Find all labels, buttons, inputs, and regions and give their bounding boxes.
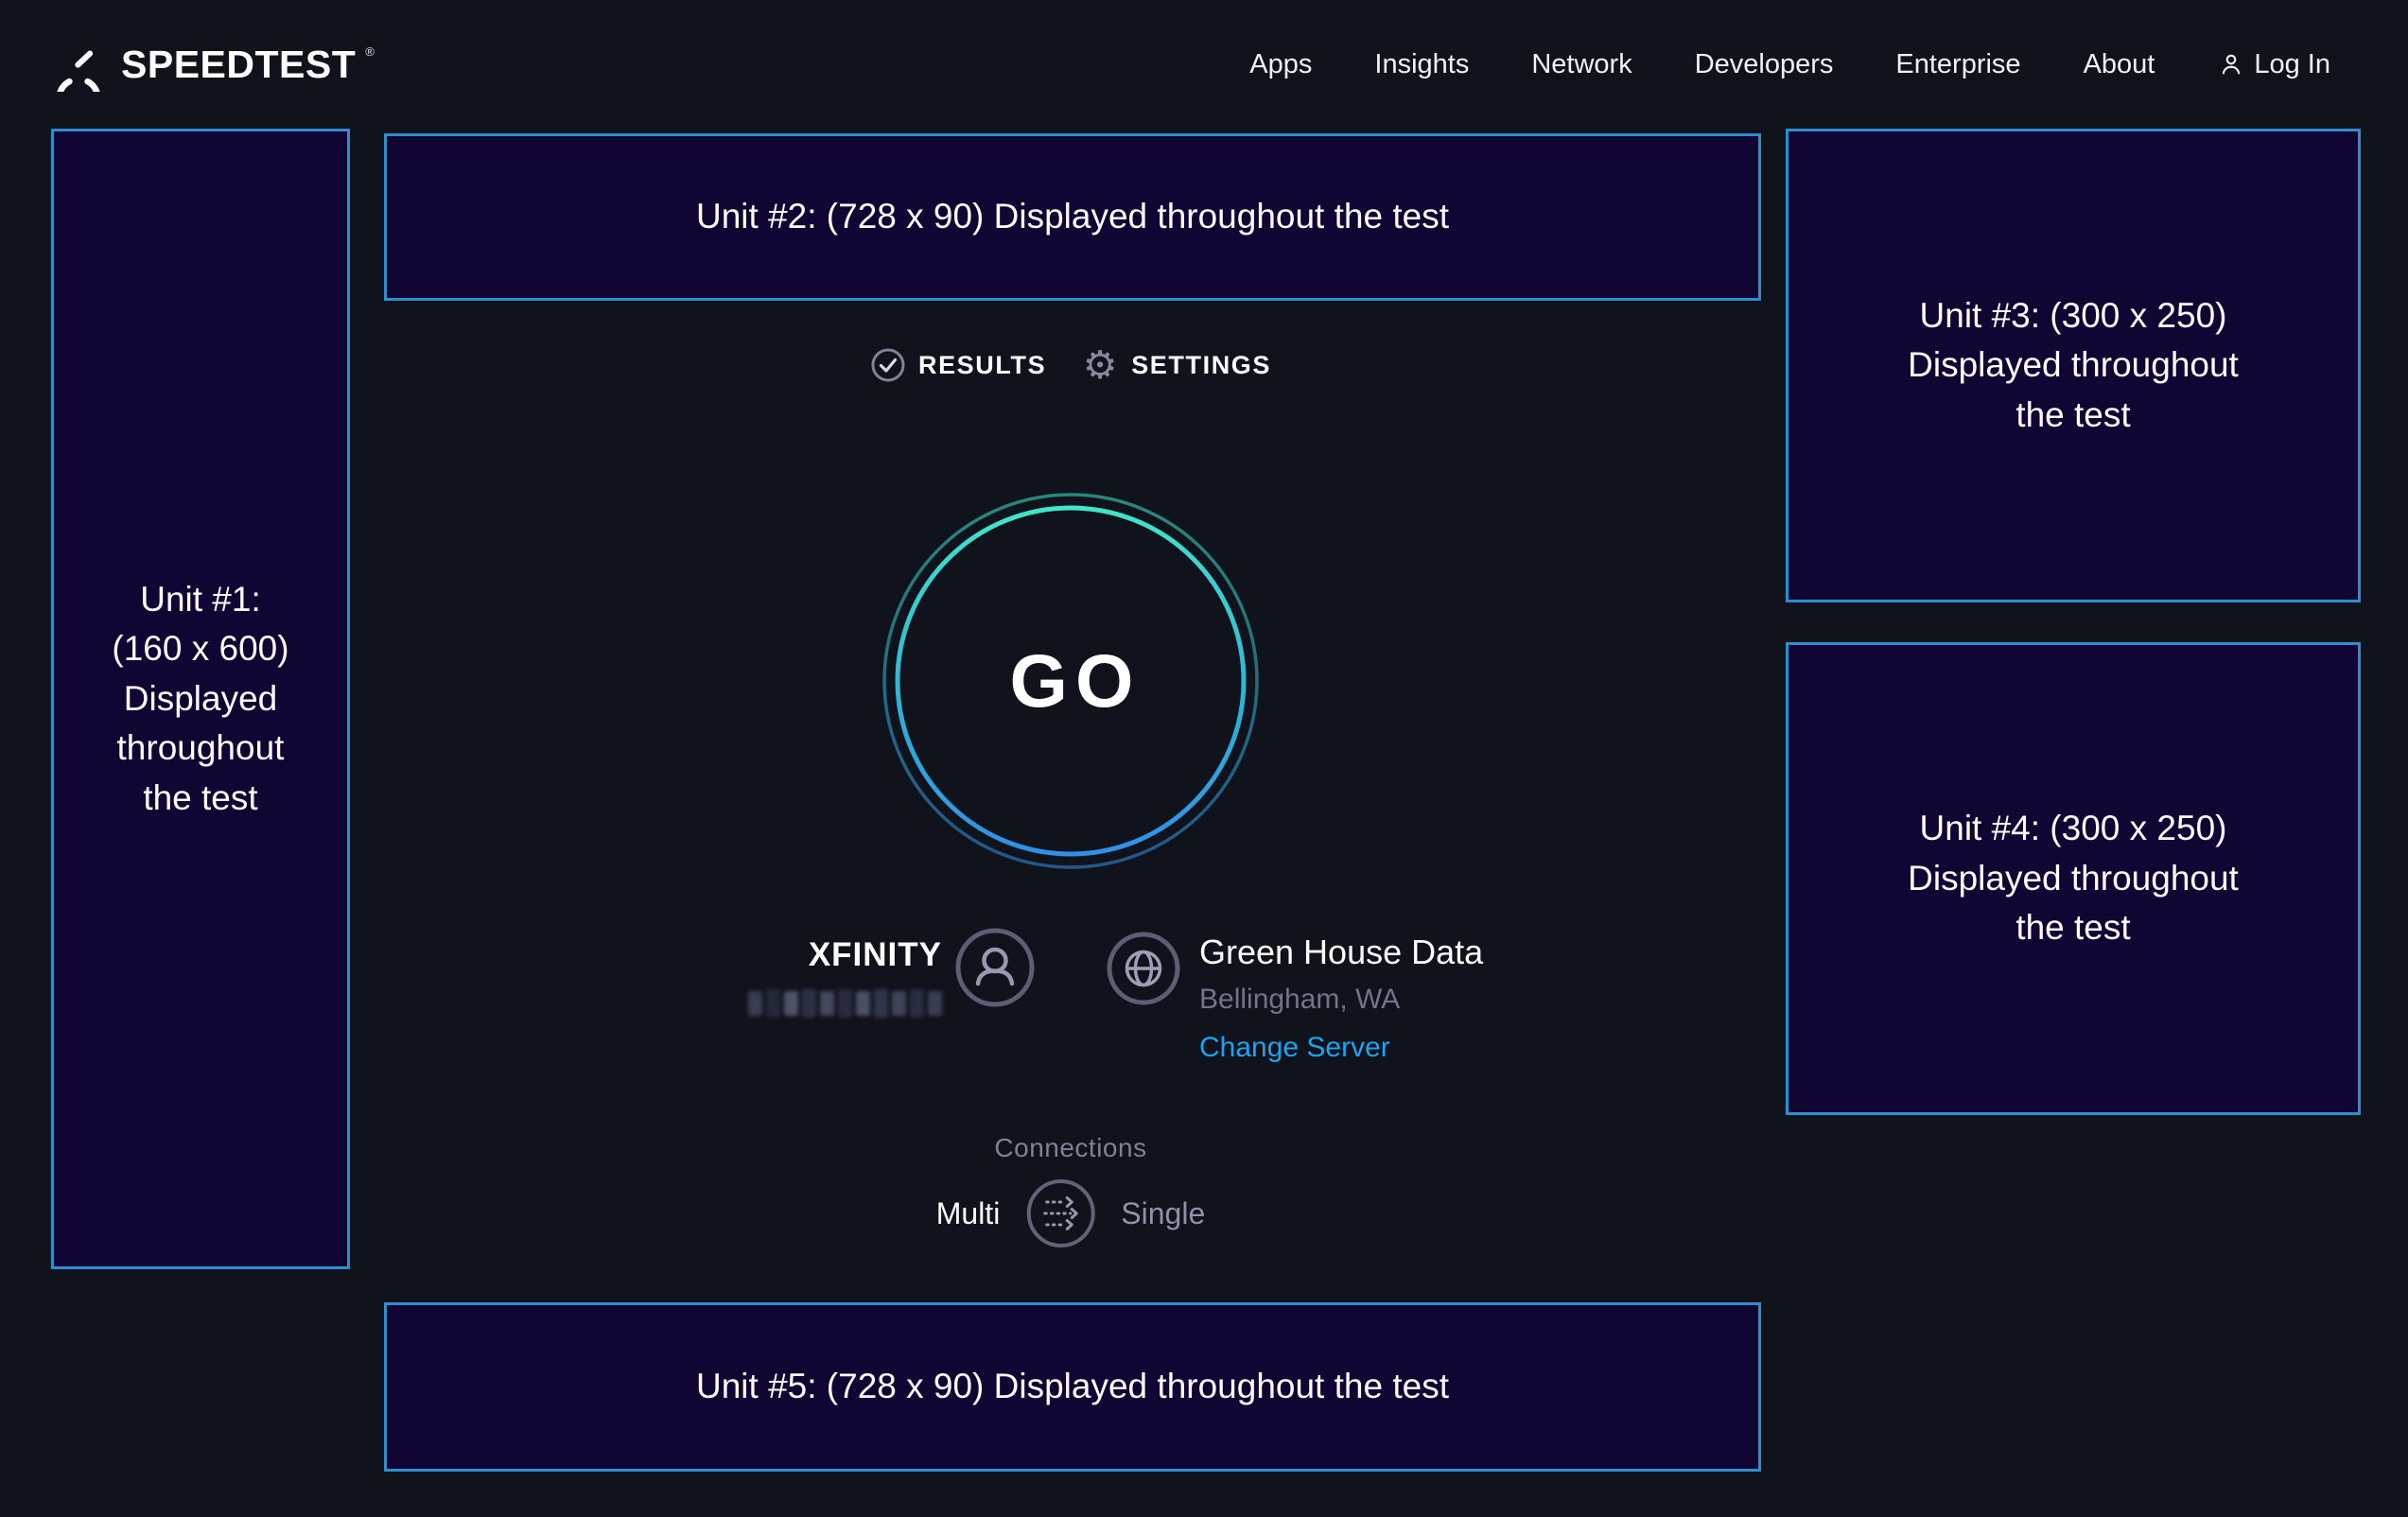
brand-logo[interactable]: SPEEDTEST ® — [51, 37, 380, 92]
check-circle-icon — [870, 347, 906, 383]
connections-single-option[interactable]: Single — [1121, 1196, 1205, 1231]
ad-unit-4-text: Unit #4: (300 x 250)Displayed throughout… — [1908, 804, 2239, 953]
server-info: Green House Data Bellingham, WA Change S… — [1199, 933, 1483, 1064]
multi-connection-toggle-icon[interactable] — [1024, 1177, 1096, 1249]
tab-settings[interactable]: ⚙ SETTINGS — [1081, 346, 1271, 384]
brand-name: SPEEDTEST — [121, 43, 356, 87]
speedtest-gauge-icon — [51, 37, 106, 92]
tab-settings-label: SETTINGS — [1131, 351, 1271, 380]
user-icon — [2217, 50, 2245, 78]
redacted-ip — [748, 989, 942, 1020]
server-name: Green House Data — [1199, 933, 1483, 972]
top-nav: SPEEDTEST ® Apps Insights Network Develo… — [0, 0, 2408, 129]
ad-unit-2-text: Unit #2: (728 x 90) Displayed throughout… — [696, 192, 1449, 242]
server-location: Bellingham, WA — [1199, 984, 1483, 1016]
gear-icon: ⚙ — [1081, 346, 1119, 384]
ad-unit-3-text: Unit #3: (300 x 250)Displayed throughout… — [1908, 291, 2239, 441]
nav-item-insights[interactable]: Insights — [1343, 49, 1500, 80]
ad-unit-1-text: Unit #1:(160 x 600)Displayedthroughoutth… — [112, 575, 288, 824]
login-button[interactable]: Log In — [2186, 49, 2330, 80]
ad-unit-5[interactable]: Unit #5: (728 x 90) Displayed throughout… — [384, 1302, 1761, 1472]
go-label: GO — [872, 482, 1269, 880]
ad-unit-3[interactable]: Unit #3: (300 x 250)Displayed throughout… — [1786, 129, 2361, 602]
ad-unit-1[interactable]: Unit #1:(160 x 600)Displayedthroughoutth… — [51, 129, 350, 1269]
change-server-link[interactable]: Change Server — [1199, 1032, 1483, 1064]
nav-item-apps[interactable]: Apps — [1218, 49, 1343, 80]
go-button[interactable]: GO — [872, 482, 1269, 880]
ad-unit-4[interactable]: Unit #4: (300 x 250)Displayed throughout… — [1786, 642, 2361, 1115]
trademark-mark: ® — [365, 44, 375, 59]
primary-nav: Apps Insights Network Developers Enterpr… — [1218, 49, 2330, 80]
ad-unit-2[interactable]: Unit #2: (728 x 90) Displayed throughout… — [384, 133, 1761, 301]
view-tabs: RESULTS ⚙ SETTINGS — [870, 344, 1271, 386]
connections-toggle-row: Multi Single — [936, 1177, 1206, 1249]
tab-results[interactable]: RESULTS — [870, 347, 1046, 383]
server-globe-icon — [1107, 932, 1180, 1010]
connections-label: Connections — [994, 1133, 1146, 1163]
connections-multi-option[interactable]: Multi — [936, 1196, 1001, 1231]
nav-item-network[interactable]: Network — [1500, 49, 1663, 80]
ad-unit-5-text: Unit #5: (728 x 90) Displayed throughout… — [696, 1362, 1449, 1412]
tab-results-label: RESULTS — [918, 351, 1046, 380]
isp-name: XFINITY — [809, 936, 942, 974]
login-label: Log In — [2254, 49, 2330, 80]
isp-avatar-icon — [955, 928, 1035, 1012]
nav-item-developers[interactable]: Developers — [1664, 49, 1865, 80]
nav-item-about[interactable]: About — [2052, 49, 2187, 80]
nav-item-enterprise[interactable]: Enterprise — [1864, 49, 2051, 80]
